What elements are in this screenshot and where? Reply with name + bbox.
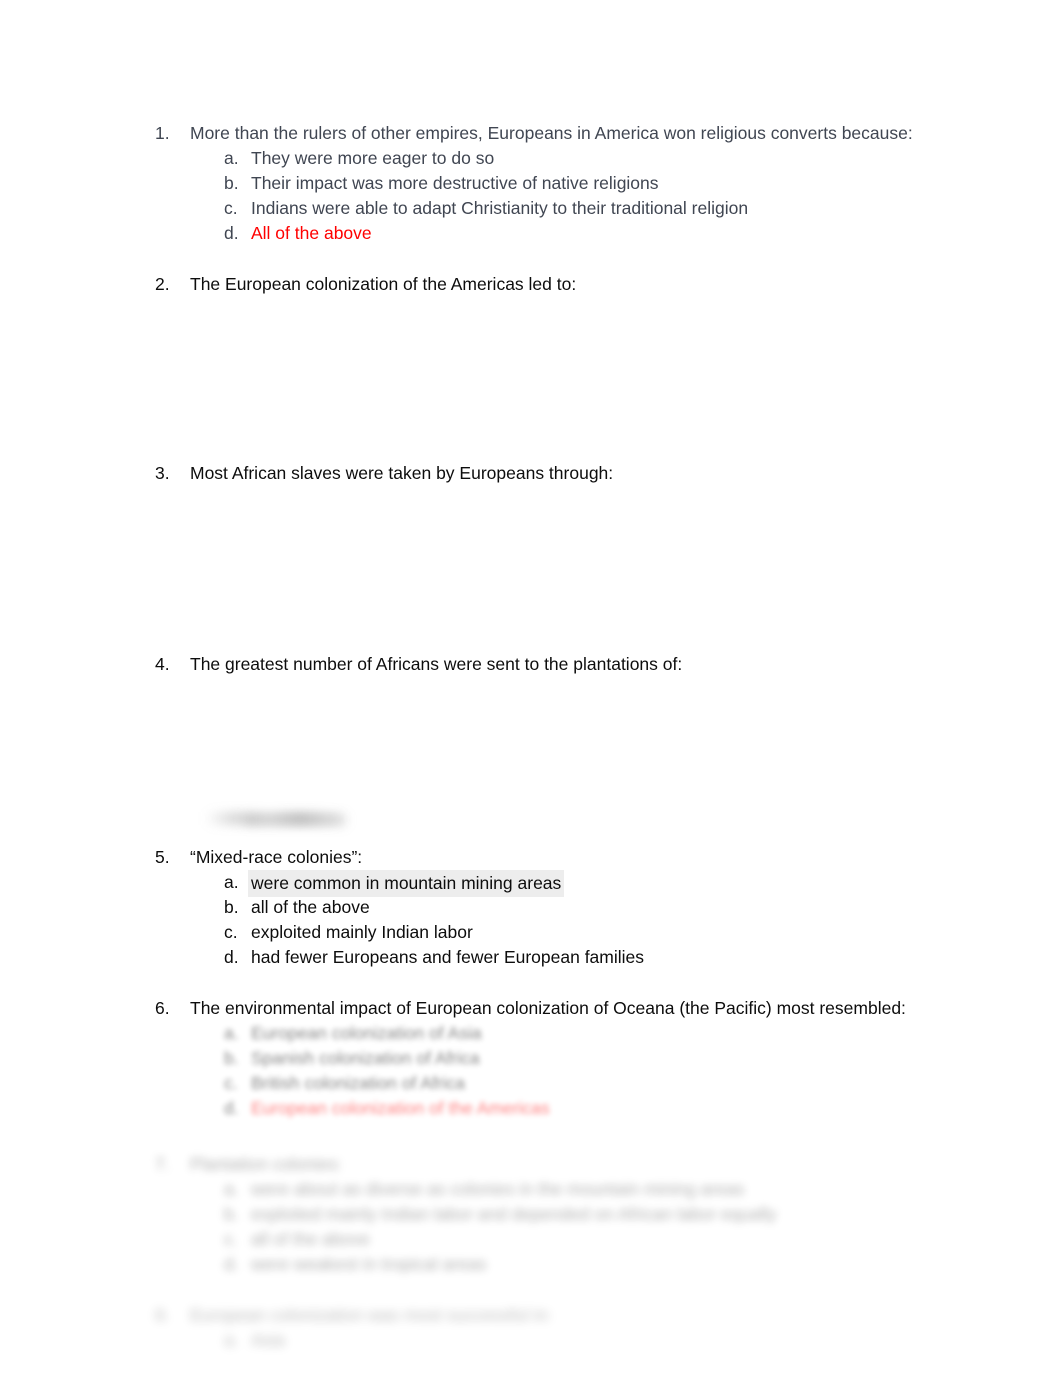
option-5a-text: were common in mountain mining areas <box>248 870 565 897</box>
question-5-options: a. were common in mountain mining areas … <box>0 870 1062 970</box>
option-1b[interactable]: b. Their impact was more destructive of … <box>0 171 1062 196</box>
question-8-number: 8. <box>155 1305 170 1325</box>
question-6-line: 6. The environmental impact of European … <box>0 996 1062 1021</box>
option-8a-text: Asia <box>251 1330 286 1350</box>
option-1d-text: All of the above <box>251 223 372 243</box>
option-7c[interactable]: c. all of the above <box>0 1227 1062 1252</box>
option-1b-letter: b. <box>224 173 239 193</box>
option-1a-text: They were more eager to do so <box>251 148 495 168</box>
question-3-line: 3. Most African slaves were taken by Eur… <box>0 461 1062 486</box>
option-6a[interactable]: a. European colonization of Asia <box>0 1021 1062 1046</box>
question-7-options: a. were about as diverse as colonies in … <box>0 1177 1062 1277</box>
option-7b-text: exploited mainly Indian labor and depend… <box>251 1204 777 1224</box>
option-5c-letter: c. <box>224 922 238 942</box>
option-6d-letter: d. <box>224 1098 239 1118</box>
option-7b-letter: b. <box>224 1204 239 1224</box>
option-6d[interactable]: d. European colonization of the Americas <box>0 1096 1062 1121</box>
option-7c-letter: c. <box>224 1229 238 1249</box>
option-5d[interactable]: d. had fewer Europeans and fewer Europea… <box>0 945 1062 970</box>
option-7a-text: were about as diverse as colonies in the… <box>251 1179 745 1199</box>
option-7b[interactable]: b. exploited mainly Indian labor and dep… <box>0 1202 1062 1227</box>
option-7a-letter: a. <box>224 1179 239 1199</box>
question-7-text: Plantation colonies: <box>190 1154 342 1174</box>
option-7d-letter: d. <box>224 1254 239 1274</box>
question-7: 7. Plantation colonies: a. were about as… <box>0 1152 1062 1277</box>
option-5b-letter: b. <box>224 897 239 917</box>
option-6c-text: British colonization of Africa <box>251 1073 465 1093</box>
option-1a-letter: a. <box>224 148 239 168</box>
option-5a[interactable]: a. were common in mountain mining areas <box>0 870 1062 897</box>
option-1c-text: Indians were able to adapt Christianity … <box>251 198 749 218</box>
option-5d-letter: d. <box>224 947 239 967</box>
option-6b[interactable]: b. Spanish colonization of Africa <box>0 1046 1062 1071</box>
question-5: 5. “Mixed-race colonies”: a. were common… <box>0 845 1062 970</box>
question-4-text: The greatest number of Africans were sen… <box>190 654 683 674</box>
option-8a-letter: a. <box>224 1330 239 1350</box>
document-page: 1. More than the rulers of other empires… <box>0 0 1062 1377</box>
question-2: 2. The European colonization of the Amer… <box>0 272 1062 297</box>
option-6a-letter: a. <box>224 1023 239 1043</box>
question-3-number: 3. <box>155 463 170 483</box>
option-1c[interactable]: c. Indians were able to adapt Christiani… <box>0 196 1062 221</box>
question-2-number: 2. <box>155 274 170 294</box>
question-3-text: Most African slaves were taken by Europe… <box>190 463 614 483</box>
question-8-options: a. Asia <box>0 1328 1062 1353</box>
option-8a[interactable]: a. Asia <box>0 1328 1062 1353</box>
option-1c-letter: c. <box>224 198 238 218</box>
question-7-line: 7. Plantation colonies: <box>0 1152 1062 1177</box>
option-6c-letter: c. <box>224 1073 238 1093</box>
redacted-smudge-secondary <box>245 815 345 825</box>
option-6a-text: European colonization of Asia <box>251 1023 482 1043</box>
question-1-options: a. They were more eager to do so b. Thei… <box>0 146 1062 246</box>
option-5a-letter: a. <box>224 872 239 892</box>
option-7c-text: all of the above <box>251 1229 370 1249</box>
question-2-line: 2. The European colonization of the Amer… <box>0 272 1062 297</box>
question-5-line: 5. “Mixed-race colonies”: <box>0 845 1062 870</box>
option-7a[interactable]: a. were about as diverse as colonies in … <box>0 1177 1062 1202</box>
question-2-answer-area <box>224 300 724 450</box>
question-4: 4. The greatest number of Africans were … <box>0 652 1062 677</box>
option-1a[interactable]: a. They were more eager to do so <box>0 146 1062 171</box>
option-5b-text: all of the above <box>251 897 370 917</box>
option-6b-text: Spanish colonization of Africa <box>251 1048 480 1068</box>
question-8-text: European colonization was most successfu… <box>190 1305 552 1325</box>
question-1: 1. More than the rulers of other empires… <box>0 121 1062 246</box>
question-6-number: 6. <box>155 998 170 1018</box>
option-7d[interactable]: d. were weakest in tropical areas <box>0 1252 1062 1277</box>
option-5c[interactable]: c. exploited mainly Indian labor <box>0 920 1062 945</box>
question-1-line: 1. More than the rulers of other empires… <box>0 121 1062 146</box>
question-1-text: More than the rulers of other empires, E… <box>190 123 913 143</box>
option-6d-text: European colonization of the Americas <box>251 1098 550 1118</box>
option-6c[interactable]: c. British colonization of Africa <box>0 1071 1062 1096</box>
question-8: 8. European colonization was most succes… <box>0 1303 1062 1353</box>
question-5-number: 5. <box>155 847 170 867</box>
option-5c-text: exploited mainly Indian labor <box>251 922 473 942</box>
question-4-answer-area <box>224 680 724 810</box>
option-7d-text: were weakest in tropical areas <box>251 1254 487 1274</box>
option-6b-letter: b. <box>224 1048 239 1068</box>
question-1-number: 1. <box>155 123 170 143</box>
question-7-number: 7. <box>155 1154 170 1174</box>
question-4-number: 4. <box>155 654 170 674</box>
question-8-line: 8. European colonization was most succes… <box>0 1303 1062 1328</box>
question-3: 3. Most African slaves were taken by Eur… <box>0 461 1062 486</box>
question-2-text: The European colonization of the America… <box>190 274 577 294</box>
question-6: 6. The environmental impact of European … <box>0 996 1062 1121</box>
question-4-line: 4. The greatest number of Africans were … <box>0 652 1062 677</box>
question-5-text: “Mixed-race colonies”: <box>190 847 363 867</box>
question-3-answer-area <box>224 490 724 640</box>
option-1b-text: Their impact was more destructive of nat… <box>251 173 659 193</box>
option-1d[interactable]: d. All of the above <box>0 221 1062 246</box>
option-5d-text: had fewer Europeans and fewer European f… <box>251 947 645 967</box>
option-5b[interactable]: b. all of the above <box>0 895 1062 920</box>
option-1d-letter: d. <box>224 223 239 243</box>
question-6-text: The environmental impact of European col… <box>190 998 906 1018</box>
question-6-options: a. European colonization of Asia b. Span… <box>0 1021 1062 1121</box>
